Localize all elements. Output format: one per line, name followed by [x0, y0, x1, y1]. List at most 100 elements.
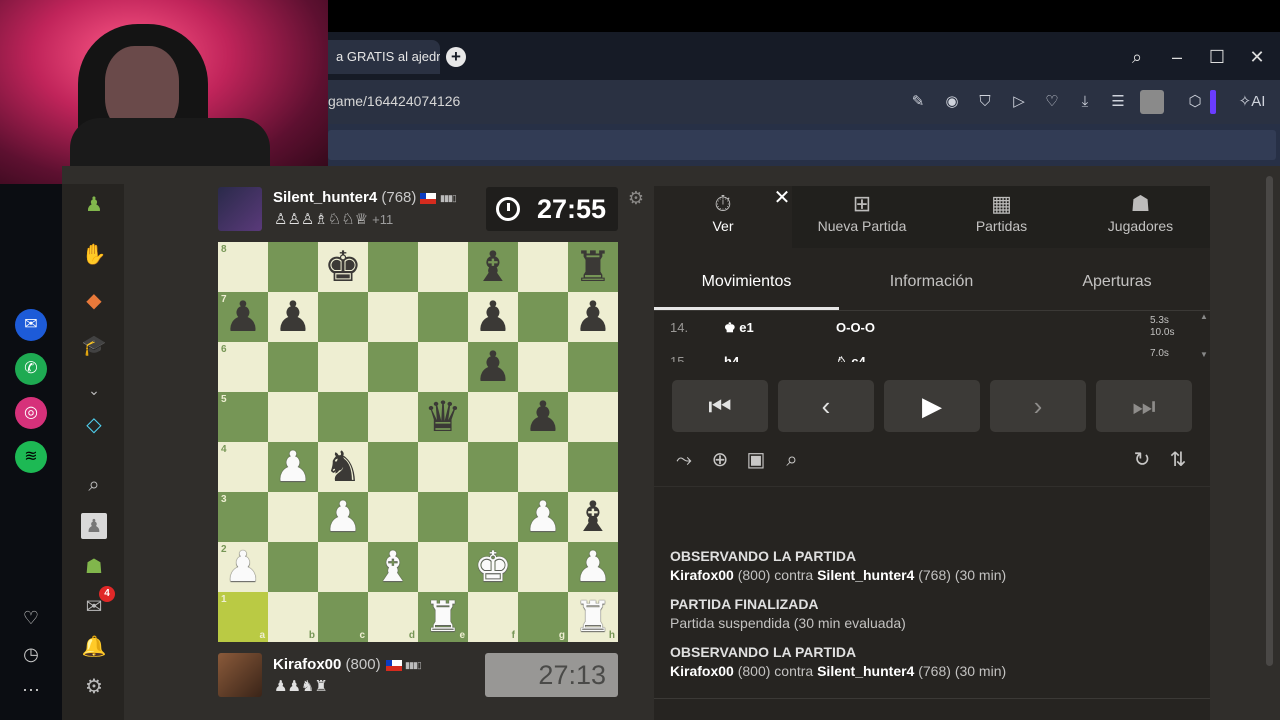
- move-row[interactable]: 14. ♚ e1 O-O-O 5.3s 10.0s: [654, 315, 1210, 350]
- puzzles-icon[interactable]: ✋: [81, 242, 107, 268]
- image-icon[interactable]: ▣: [744, 448, 768, 472]
- square-f2[interactable]: ♚: [468, 542, 518, 592]
- square-f3[interactable]: [468, 492, 518, 542]
- square-c8[interactable]: ♚: [318, 242, 368, 292]
- black-queen-icon[interactable]: ♛: [418, 392, 468, 442]
- add-analysis-icon[interactable]: ⊕: [708, 448, 732, 472]
- play-icon[interactable]: ▷: [1007, 90, 1031, 114]
- white-pawn-icon[interactable]: ♟: [318, 492, 368, 542]
- black-pawn-icon[interactable]: ♟: [468, 342, 518, 392]
- square-e1[interactable]: ♜ e: [418, 592, 468, 642]
- square-e5[interactable]: ♛: [418, 392, 468, 442]
- square-c4[interactable]: ♞: [318, 442, 368, 492]
- square-a3[interactable]: 3: [218, 492, 268, 542]
- spotify-icon[interactable]: ≋: [15, 441, 47, 473]
- square-c3[interactable]: ♟: [318, 492, 368, 542]
- black-bishop-icon[interactable]: ♝: [568, 492, 618, 542]
- top-player-name[interactable]: Silent_hunter4 (768): [273, 189, 416, 206]
- square-g1[interactable]: g: [518, 592, 568, 642]
- square-d3[interactable]: [368, 492, 418, 542]
- subtab-movimientos[interactable]: Movimientos: [654, 256, 839, 310]
- close-icon[interactable]: ✕: [1242, 42, 1272, 72]
- learn-icon[interactable]: ◆: [81, 288, 107, 314]
- square-f1[interactable]: f: [468, 592, 518, 642]
- black-rook-icon[interactable]: ♜: [568, 242, 618, 292]
- square-c6[interactable]: [318, 342, 368, 392]
- square-d5[interactable]: [368, 392, 418, 442]
- square-f6[interactable]: ♟: [468, 342, 518, 392]
- white-move[interactable]: ♚ e1: [724, 320, 754, 336]
- square-e3[interactable]: [418, 492, 468, 542]
- white-king-icon[interactable]: ♚: [468, 542, 518, 592]
- square-g7[interactable]: [518, 292, 568, 342]
- square-a6[interactable]: 6: [218, 342, 268, 392]
- maximize-icon[interactable]: ☐: [1202, 42, 1232, 72]
- square-b7[interactable]: ♟: [268, 292, 318, 342]
- heart-icon[interactable]: ♡: [1040, 90, 1064, 114]
- square-h1[interactable]: ♜ h: [568, 592, 618, 642]
- square-f8[interactable]: ♝: [468, 242, 518, 292]
- square-c7[interactable]: [318, 292, 368, 342]
- profile-avatar[interactable]: [1140, 90, 1164, 114]
- square-g8[interactable]: [518, 242, 568, 292]
- subtab-aperturas[interactable]: Aperturas: [1024, 256, 1210, 310]
- black-pawn-icon[interactable]: ♟: [268, 292, 318, 342]
- edit-icon[interactable]: ✎: [906, 90, 930, 114]
- black-knight-icon[interactable]: ♞: [318, 442, 368, 492]
- square-b6[interactable]: [268, 342, 318, 392]
- square-b5[interactable]: [268, 392, 318, 442]
- more-icon[interactable]: ⋯: [19, 678, 43, 702]
- black-pawn-icon[interactable]: ♟: [568, 292, 618, 342]
- square-c1[interactable]: c: [318, 592, 368, 642]
- board-avatar-icon[interactable]: ♟: [81, 513, 107, 539]
- square-f7[interactable]: ♟: [468, 292, 518, 342]
- scroll-down-icon[interactable]: ▼: [1200, 350, 1208, 362]
- white-pawn-icon[interactable]: ♟: [518, 492, 568, 542]
- gear-icon[interactable]: ⚙: [81, 674, 107, 700]
- download-icon[interactable]: ⤓: [1073, 90, 1097, 114]
- share-icon[interactable]: ⤳: [672, 448, 696, 472]
- square-e2[interactable]: [418, 542, 468, 592]
- square-g4[interactable]: [518, 442, 568, 492]
- flip-board-icon[interactable]: ⇅: [1166, 448, 1190, 472]
- bell-icon[interactable]: 🔔: [81, 634, 107, 660]
- chat-player-link[interactable]: Silent_hunter4: [817, 567, 914, 583]
- close-icon[interactable]: ✕: [772, 188, 792, 208]
- board-settings-gear-icon[interactable]: ⚙: [626, 188, 646, 208]
- cube-icon[interactable]: ⬡: [1183, 90, 1207, 114]
- whatsapp-icon[interactable]: ✆: [15, 353, 47, 385]
- chat-player-link[interactable]: Silent_hunter4: [817, 663, 914, 679]
- heart-icon[interactable]: ♡: [19, 606, 43, 630]
- black-pawn-icon[interactable]: ♟: [468, 292, 518, 342]
- friends-icon[interactable]: ☗: [81, 554, 107, 580]
- square-h5[interactable]: [568, 392, 618, 442]
- bottom-player-username[interactable]: Kirafox00: [273, 656, 341, 673]
- black-king-icon[interactable]: ♚: [318, 242, 368, 292]
- analyze-icon[interactable]: ⌕: [780, 448, 804, 472]
- square-h2[interactable]: ♟: [568, 542, 618, 592]
- url-text[interactable]: game/164424074126: [328, 93, 460, 109]
- white-pawn-icon[interactable]: ♟: [568, 542, 618, 592]
- square-g2[interactable]: [518, 542, 568, 592]
- top-player-avatar[interactable]: [218, 187, 262, 231]
- square-a5[interactable]: 5: [218, 392, 268, 442]
- scroll-up-icon[interactable]: ▲: [1200, 312, 1208, 324]
- black-move[interactable]: O-O-O: [836, 320, 875, 335]
- messenger-icon[interactable]: ✉: [15, 309, 47, 341]
- square-h8[interactable]: ♜: [568, 242, 618, 292]
- square-b3[interactable]: [268, 492, 318, 542]
- play-button[interactable]: ▶: [884, 380, 980, 432]
- square-g3[interactable]: ♟: [518, 492, 568, 542]
- square-d4[interactable]: [368, 442, 418, 492]
- square-d2[interactable]: ♝: [368, 542, 418, 592]
- bottom-player-avatar[interactable]: [218, 653, 262, 697]
- tab-nueva-partida[interactable]: ⊞ Nueva Partida: [792, 186, 932, 248]
- square-d7[interactable]: [368, 292, 418, 342]
- square-h7[interactable]: ♟: [568, 292, 618, 342]
- square-d8[interactable]: [368, 242, 418, 292]
- square-e6[interactable]: [418, 342, 468, 392]
- square-a8[interactable]: 8: [218, 242, 268, 292]
- instagram-icon[interactable]: ◎: [15, 397, 47, 429]
- tab-partidas[interactable]: ▦ Partidas: [932, 186, 1071, 248]
- square-c5[interactable]: [318, 392, 368, 442]
